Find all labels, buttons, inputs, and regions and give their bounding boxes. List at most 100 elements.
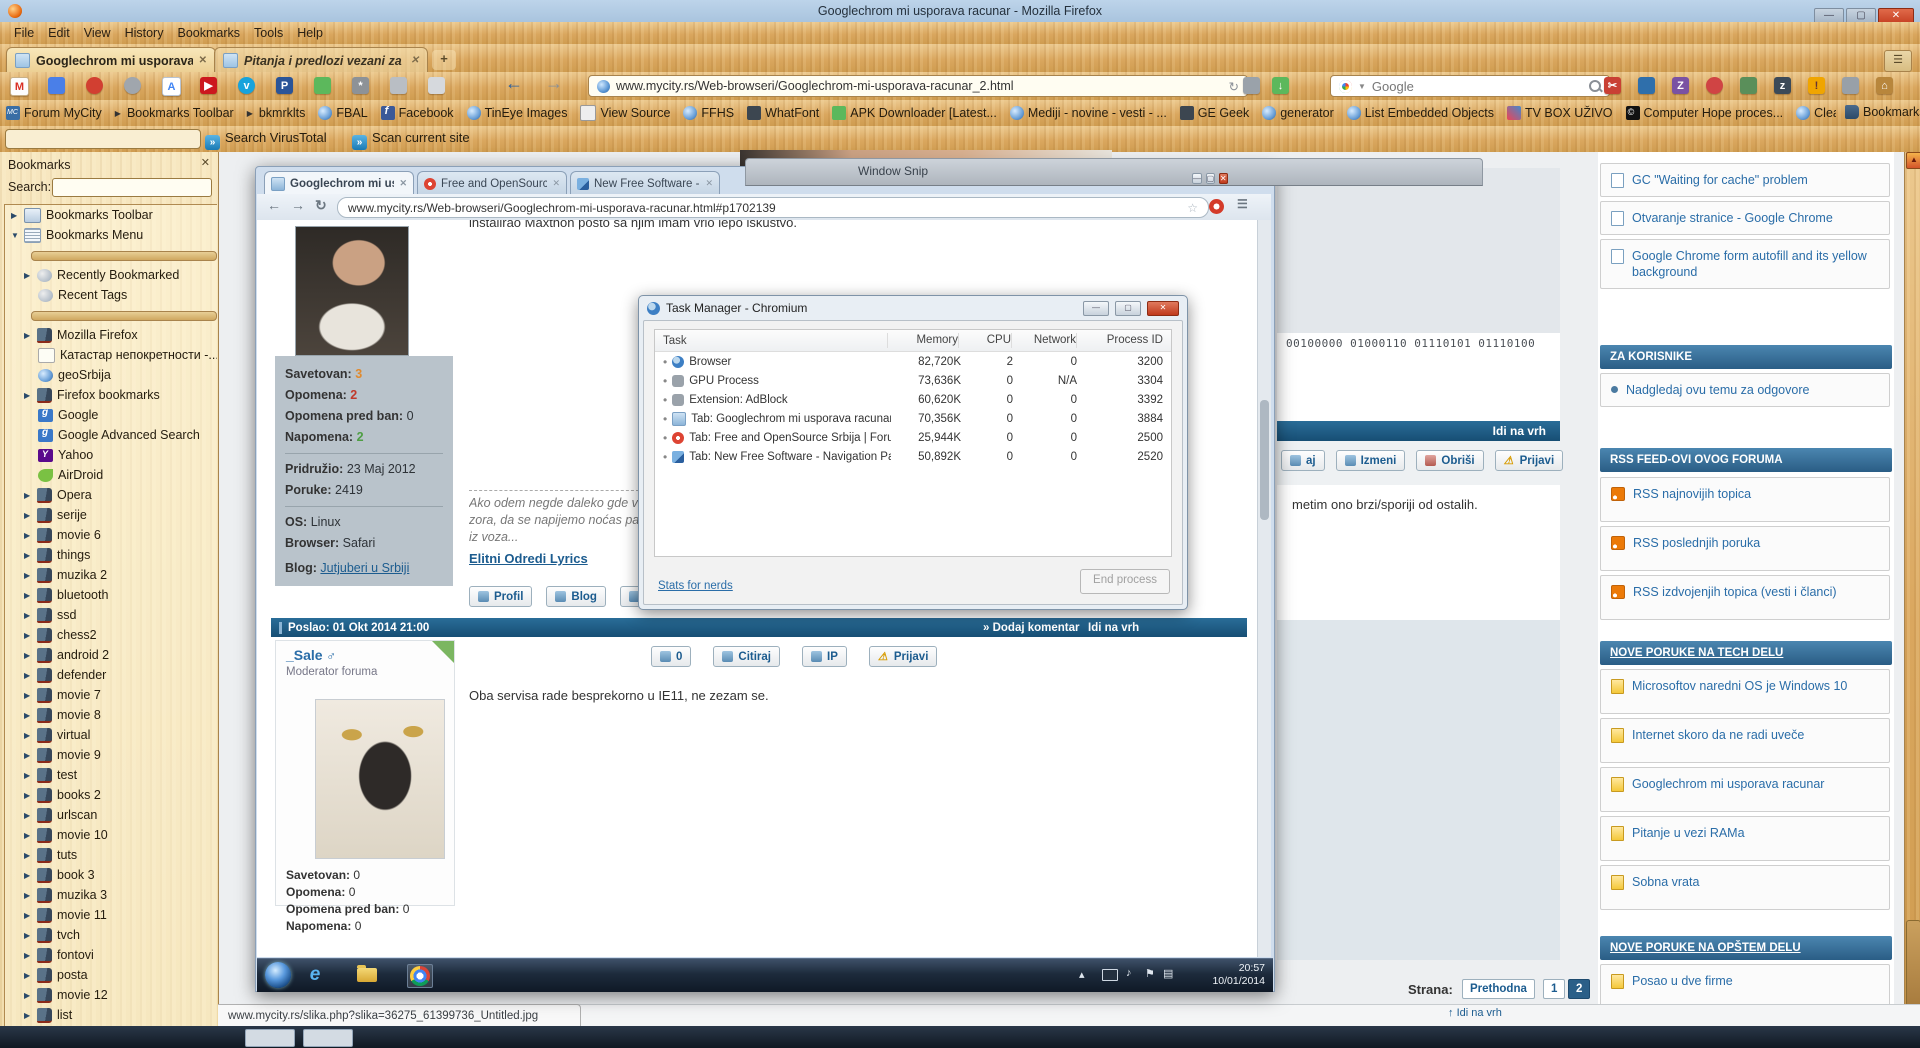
menu-item[interactable]: Help — [297, 26, 323, 40]
addon-icon-r8[interactable] — [1842, 77, 1859, 94]
column-pid[interactable]: Process ID — [1076, 333, 1171, 348]
url-text[interactable]: www.mycity.rs/Web-browseri/Googlechrom-m… — [616, 79, 1223, 93]
bookmark-tree-item[interactable]: Bookmarks Toolbar — [5, 205, 217, 225]
bookmark-tree-item[interactable] — [5, 245, 217, 265]
post-button[interactable]: Citiraj — [713, 646, 780, 667]
chromium-tab[interactable]: New Free Software - N ✕ — [570, 171, 720, 195]
bookmark-item[interactable]: TinEye Images — [466, 106, 567, 120]
tech-topic-link[interactable]: Googlechrom mi usporava racunar — [1600, 767, 1890, 812]
chromium-tab[interactable]: Free and OpenSource S ✕ — [417, 171, 567, 195]
tab-close-icon[interactable]: ✕ — [399, 178, 407, 189]
bookmark-tree-item[interactable]: serije — [5, 505, 217, 525]
bookmark-tree-item[interactable]: tvch — [5, 925, 217, 945]
bookmark-tree-item[interactable]: books 2 — [5, 785, 217, 805]
gear-icon[interactable]: * — [352, 77, 369, 94]
tab-close-icon[interactable]: ✕ — [705, 178, 713, 189]
show-hidden-icons[interactable]: ▴ — [1079, 968, 1085, 981]
bookmark-item[interactable]: View Source — [580, 105, 670, 121]
addon-icon-7[interactable]: v — [238, 77, 255, 94]
bookmark-item[interactable]: Facebook — [380, 105, 454, 120]
ie-taskbar-icon[interactable]: e — [303, 964, 327, 986]
addon-icon-12[interactable] — [428, 77, 445, 94]
chromium-tab[interactable]: Googlechrom mi uspor ✕ — [264, 171, 414, 195]
browser-tab-1[interactable]: Googlechrom mi usporava r... ✕ — [6, 47, 216, 73]
task-row[interactable]: • Tab: Free and OpenSource Srbija | Forum… — [655, 428, 1171, 447]
go-top-bottom-link[interactable]: ↑ Idi na vrh — [1448, 1007, 1502, 1019]
pagination-page-1[interactable]: 1 — [1543, 979, 1566, 999]
bookmark-tree-item[interactable]: movie 9 — [5, 745, 217, 765]
dialog-close-button[interactable]: ✕ — [1147, 300, 1179, 316]
menu-item[interactable]: View — [84, 26, 111, 40]
bookmark-tree-item[interactable]: movie 6 — [5, 525, 217, 545]
column-cpu[interactable]: CPU — [958, 333, 1011, 348]
signature-link[interactable]: Elitni Odredi Lyrics — [469, 551, 639, 566]
back-icon[interactable]: ← — [267, 197, 281, 213]
reload-icon[interactable]: ↻ — [1229, 79, 1239, 94]
taskbar-thumbnail[interactable] — [303, 1029, 353, 1047]
new-tab-button[interactable]: + — [432, 50, 456, 70]
watch-topic-link[interactable]: Nadgledaj ovu temu za odgovore — [1600, 373, 1890, 407]
sidebar-close-icon[interactable]: ✕ — [201, 156, 210, 169]
search-box[interactable]: ▼ Google — [1330, 75, 1610, 97]
post2-username[interactable]: _Sale — [286, 647, 323, 663]
firefox-scrollbar[interactable]: ▲ — [1904, 152, 1920, 1006]
bookmark-tree-item[interactable]: movie 11 — [5, 905, 217, 925]
home-icon[interactable]: ⌂ — [1876, 77, 1893, 94]
add-comment-link[interactable]: » Dodaj komentar — [983, 622, 1080, 634]
forward-button[interactable]: → — [545, 73, 563, 94]
bookmark-tree-item[interactable]: muzika 2 — [5, 565, 217, 585]
post-button[interactable]: IP — [802, 646, 847, 667]
scroll-thumb[interactable] — [1906, 920, 1920, 1006]
bookmark-item[interactable]: bkmrklts — [247, 106, 306, 120]
print-icon[interactable] — [1243, 77, 1260, 94]
gmail-icon[interactable]: M — [10, 77, 29, 96]
zotero-icon[interactable]: Z — [1672, 77, 1689, 94]
explorer-taskbar-icon[interactable] — [355, 964, 379, 986]
post-button[interactable]: Profil — [469, 586, 533, 607]
flag-tray-icon[interactable]: ⚑ — [1145, 967, 1155, 980]
bookmark-item[interactable]: WhatFont — [747, 106, 819, 120]
bookmark-item[interactable]: List Embedded Objects — [1346, 106, 1494, 120]
post-action-button[interactable]: Izmeni — [1335, 450, 1406, 471]
column-memory[interactable]: Memory — [887, 333, 958, 348]
bookmark-tree-item[interactable]: test — [5, 765, 217, 785]
menu-item[interactable]: Tools — [254, 26, 283, 40]
task-row[interactable]: • Tab: Googlechrom mi usporava racunar 70… — [655, 409, 1171, 428]
bookmark-tree-item[interactable]: movie 8 — [5, 705, 217, 725]
bookmark-item[interactable]: Bookmarks Toolbar — [115, 106, 234, 120]
network-tray-icon[interactable]: ▤ — [1163, 967, 1173, 980]
browser-tab-2[interactable]: Pitanja i predlozi vezani za ... ✕ — [214, 47, 428, 73]
chromium-taskbar-icon[interactable] — [407, 964, 433, 988]
tab-list-button[interactable]: ☰ — [1884, 50, 1912, 72]
bookmark-tree-item[interactable]: list — [5, 1005, 217, 1025]
tab-close-icon[interactable]: ✕ — [552, 178, 560, 189]
chevron-down-icon[interactable]: ▼ — [1358, 82, 1366, 91]
bookmark-tree-item[interactable]: urlscan — [5, 805, 217, 825]
tab-close-icon[interactable]: ✕ — [411, 55, 419, 66]
chromium-close-button[interactable]: ✕ — [1218, 173, 1228, 184]
post-action-button[interactable]: Obriši — [1416, 450, 1484, 471]
bookmark-item[interactable]: Computer Hope proces... — [1625, 106, 1783, 120]
forward-icon[interactable]: → — [291, 197, 305, 213]
column-network[interactable]: Network — [1011, 333, 1076, 348]
virustotal-search-button[interactable]: » Search VirusTotal — [205, 130, 327, 150]
stats-for-nerds-link[interactable]: Stats for nerds — [658, 580, 733, 592]
bookmark-tree-item[interactable]: Recently Bookmarked — [5, 265, 217, 285]
chromium-url-bar[interactable]: www.mycity.rs/Web-browseri/Googlechrom-m… — [337, 197, 1209, 218]
menu-item[interactable]: Edit — [48, 26, 70, 40]
translate-icon[interactable]: A — [162, 77, 181, 96]
lightning-icon[interactable]: ! — [1808, 77, 1825, 94]
search-addon-icon[interactable] — [48, 77, 65, 94]
bookmark-item[interactable]: FBAL — [318, 106, 368, 120]
dialog-minimize-button[interactable]: — — [1083, 300, 1109, 316]
rss-link[interactable]: RSS izdvojenjih topica (vesti i članci) — [1600, 575, 1890, 620]
bookmark-tree-item[interactable]: movie 10 — [5, 825, 217, 845]
youtube-icon[interactable]: ▶ — [200, 77, 217, 94]
scissors-icon[interactable]: ✂ — [1604, 77, 1621, 94]
bookmark-tree-item[interactable]: chess2 — [5, 625, 217, 645]
end-process-button[interactable]: End process — [1080, 569, 1170, 594]
addon-icon-11[interactable] — [390, 77, 407, 94]
display-tray-icon[interactable] — [1102, 969, 1118, 981]
go-top-link[interactable]: Idi na vrh — [1493, 424, 1546, 438]
bookmark-tree-item[interactable]: android 2 — [5, 645, 217, 665]
